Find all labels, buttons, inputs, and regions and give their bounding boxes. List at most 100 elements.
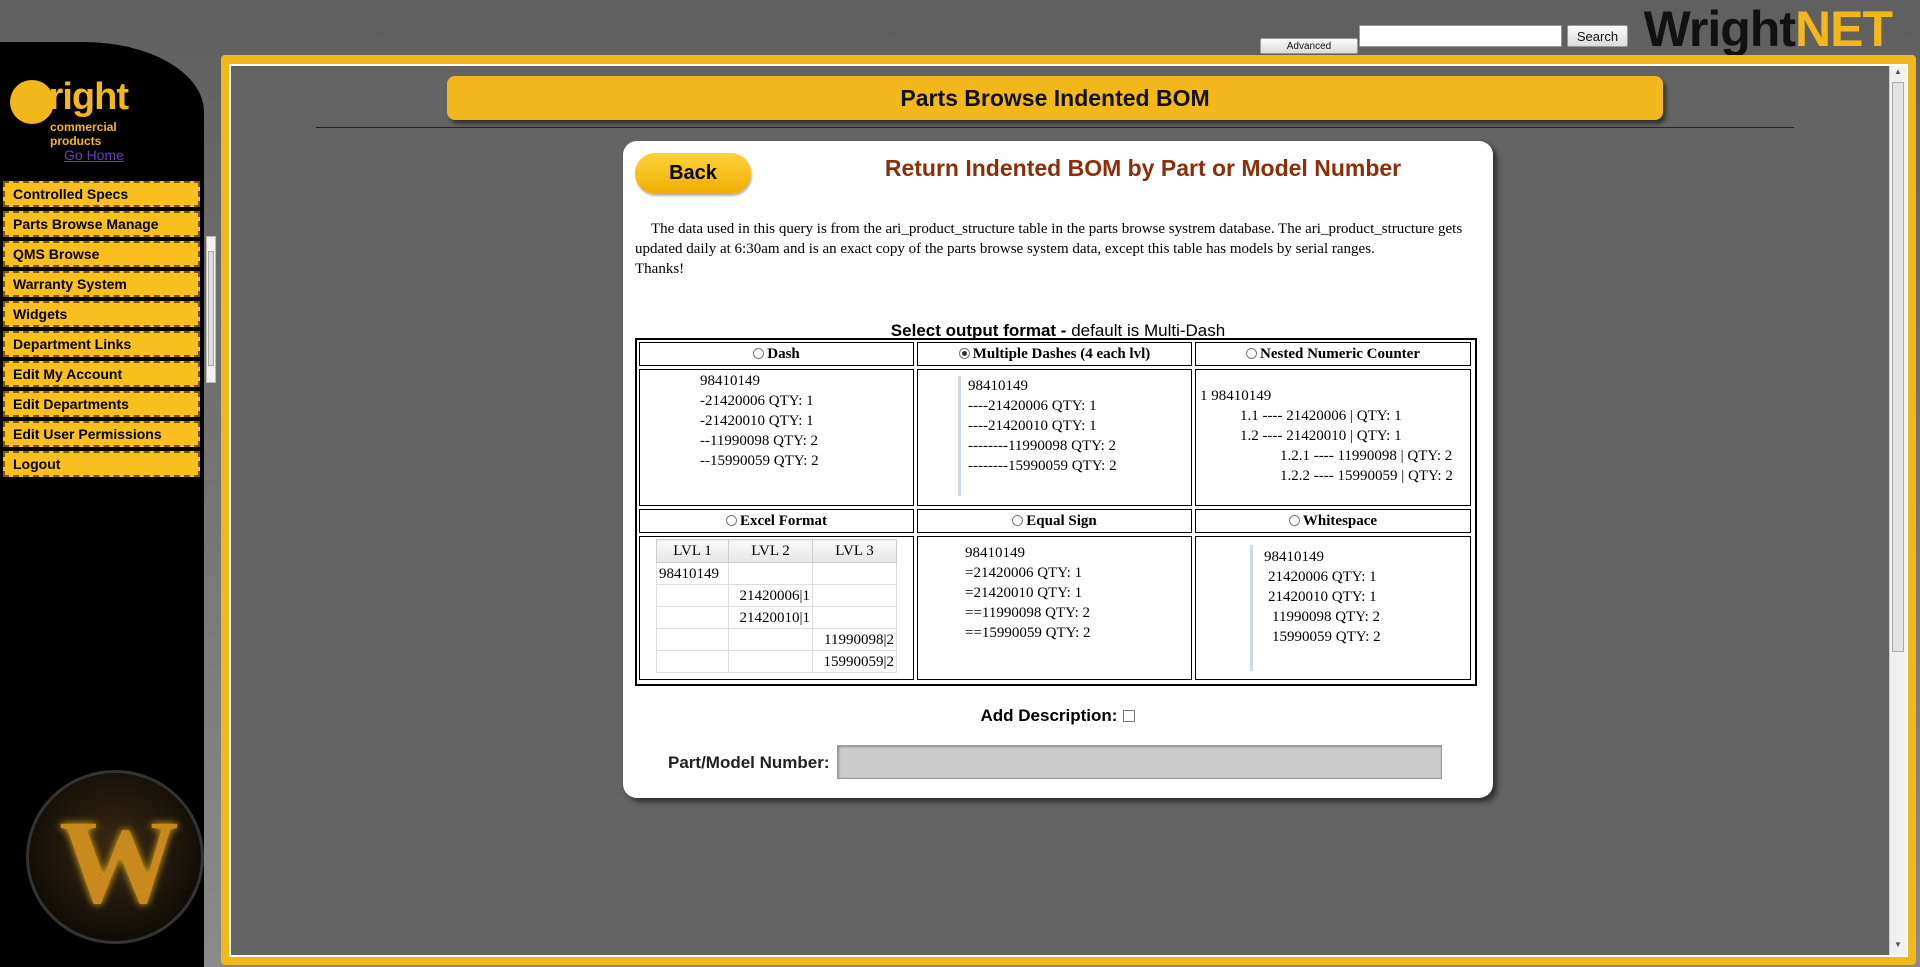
equal-sign-radio[interactable]	[1012, 515, 1024, 526]
part-number-input[interactable]	[837, 745, 1442, 779]
content-frame: Parts Browse Indented BOM Back Return In…	[221, 55, 1916, 965]
excel-cell: 11990098|2	[812, 628, 897, 651]
brand-part2: NET	[1795, 1, 1893, 57]
multi-line: ----21420010 QTY: 1	[968, 418, 1097, 434]
nested-line: 1.1 ---- 21420006 | QTY: 1	[1240, 408, 1402, 424]
logo-subtitle: commercial products	[50, 120, 117, 148]
excel-label: Excel Format	[739, 513, 828, 529]
sidebar-scroll-thumb[interactable]	[208, 251, 214, 366]
format-option-dash[interactable]: Dash	[639, 342, 914, 366]
dash-radio[interactable]	[753, 348, 765, 359]
wright-medallion-image: W	[26, 770, 204, 944]
sidebar-item-warranty-system[interactable]: Warranty System	[3, 271, 200, 297]
dash-line: 98410149	[700, 373, 760, 389]
sidebar-item-controlled-specs[interactable]: Controlled Specs	[3, 181, 200, 207]
sidebar-item-widgets[interactable]: Widgets	[3, 301, 200, 327]
bom-card: Back Return Indented BOM by Part or Mode…	[623, 141, 1493, 798]
whitespace-label: Whitespace	[1302, 513, 1378, 529]
logo-text: wright	[20, 76, 129, 118]
equal-sign-label: Equal Sign	[1026, 513, 1097, 529]
nested-line: 1.2.2 ---- 15990059 | QTY: 2	[1280, 468, 1453, 484]
title-divider	[316, 127, 1794, 128]
sidebar-item-qms-browse[interactable]: QMS Browse	[3, 241, 200, 267]
indent-bar	[1250, 545, 1253, 671]
brand-part1: Wright	[1643, 1, 1796, 57]
page-title: Parts Browse Indented BOM	[447, 76, 1663, 120]
excel-header: LVL 2	[728, 539, 813, 563]
whitespace-radio[interactable]	[1288, 515, 1300, 526]
multi-line: --------15990059 QTY: 2	[968, 458, 1117, 474]
format-option-nested-numeric[interactable]: Nested Numeric Counter	[1195, 342, 1471, 366]
back-button[interactable]: Back	[635, 153, 751, 194]
dash-example: 98410149 -21420006 QTY: 1 -21420010 QTY:…	[639, 369, 914, 506]
dash-line: --11990098 QTY: 2	[700, 433, 819, 449]
excel-preview-table: LVL 1 LVL 2 LVL 3 98410149 21420006|1 21…	[656, 539, 897, 673]
multiple-dashes-label: Multiple Dashes (4 each lvl)	[972, 346, 1151, 362]
intro-thanks: Thanks!	[635, 261, 685, 277]
sidebar-scrollbar[interactable]	[206, 236, 216, 383]
search-button[interactable]: Search	[1567, 25, 1628, 47]
excel-header: LVL 3	[812, 539, 897, 563]
sidebar-item-edit-my-account[interactable]: Edit My Account	[3, 361, 200, 387]
medallion-w-glyph: W	[59, 795, 179, 928]
sidebar-item-logout[interactable]: Logout	[3, 451, 200, 477]
search-input[interactable]	[1359, 25, 1562, 47]
equal-line: ==11990098 QTY: 2	[965, 605, 1090, 621]
add-description-row: Add Description:	[623, 706, 1493, 726]
multiple-dashes-example: 98410149 ----21420006 QTY: 1 ----2142001…	[917, 369, 1192, 506]
scroll-up-icon[interactable]: ▲	[1890, 67, 1906, 81]
intro-text: The data used in this query is from the …	[635, 219, 1475, 279]
sidebar-item-edit-user-permissions[interactable]: Edit User Permissions	[3, 421, 200, 447]
excel-example: LVL 1 LVL 2 LVL 3 98410149 21420006|1 21…	[639, 536, 914, 680]
dash-label: Dash	[767, 346, 800, 362]
wrightnet-brand: WrightNET	[1643, 0, 1893, 58]
excel-radio[interactable]	[725, 515, 737, 526]
nested-line: 1.2 ---- 21420010 | QTY: 1	[1240, 428, 1402, 444]
main-scrollbar[interactable]: ▲ ▼	[1889, 66, 1906, 955]
sidebar-item-department-links[interactable]: Department Links	[3, 331, 200, 357]
format-option-excel[interactable]: Excel Format	[639, 509, 914, 533]
whitespace-line: 15990059 QTY: 2	[1272, 629, 1381, 645]
whitespace-example: 98410149 21420006 QTY: 1 21420010 QTY: 1…	[1195, 536, 1471, 680]
dash-line: -21420006 QTY: 1	[700, 393, 814, 409]
advanced-search-button[interactable]: Advanced	[1260, 38, 1358, 54]
sidebar: wright commercial products Go Home Contr…	[0, 42, 204, 967]
dash-line: --15990059 QTY: 2	[700, 453, 819, 469]
multiple-dashes-radio[interactable]	[958, 348, 970, 359]
equal-line: =21420010 QTY: 1	[965, 585, 1083, 601]
intro-paragraph: The data used in this query is from the …	[635, 221, 1463, 257]
format-options-table: Dash Multiple Dashes (4 each lvl) Nested…	[635, 338, 1477, 686]
content-area: Parts Browse Indented BOM Back Return In…	[229, 64, 1908, 957]
sidebar-item-parts-browse-manage[interactable]: Parts Browse Manage	[3, 211, 200, 237]
wright-logo: wright commercial products	[10, 76, 170, 148]
multi-line: ----21420006 QTY: 1	[968, 398, 1097, 414]
sidebar-item-edit-departments[interactable]: Edit Departments	[3, 391, 200, 417]
nested-numeric-example: 1 98410149 1.1 ---- 21420006 | QTY: 1 1.…	[1195, 369, 1471, 506]
card-heading: Return Indented BOM by Part or Model Num…	[884, 155, 1402, 181]
format-option-multiple-dashes[interactable]: Multiple Dashes (4 each lvl)	[917, 342, 1192, 366]
whitespace-line: 98410149	[1264, 549, 1324, 565]
part-number-label: Part/Model Number:	[668, 753, 830, 772]
equal-line: ==15990059 QTY: 2	[965, 625, 1091, 641]
nested-numeric-radio[interactable]	[1246, 348, 1258, 359]
format-option-equal-sign[interactable]: Equal Sign	[917, 509, 1192, 533]
sidebar-nav: Controlled Specs Parts Browse Manage QMS…	[3, 181, 200, 481]
main-scroll-thumb[interactable]	[1892, 82, 1904, 652]
indent-bar	[958, 376, 961, 496]
whitespace-line: 21420006 QTY: 1	[1268, 569, 1377, 585]
add-description-label: Add Description:	[980, 706, 1118, 725]
excel-cell: 98410149	[656, 562, 729, 585]
equal-line: =21420006 QTY: 1	[965, 565, 1083, 581]
whitespace-line: 11990098 QTY: 2	[1272, 609, 1381, 625]
format-option-whitespace[interactable]: Whitespace	[1195, 509, 1471, 533]
go-home-link[interactable]: Go Home	[64, 147, 124, 163]
dash-line: -21420010 QTY: 1	[700, 413, 814, 429]
excel-cell: 21420010|1	[728, 606, 813, 629]
equal-sign-example: 98410149 =21420006 QTY: 1 =21420010 QTY:…	[917, 536, 1192, 680]
excel-cell: 21420006|1	[728, 584, 813, 607]
nested-line: 1 98410149	[1200, 388, 1272, 404]
scroll-down-icon[interactable]: ▼	[1890, 940, 1906, 954]
multi-line: 98410149	[968, 378, 1028, 394]
nested-line: 1.2.1 ---- 11990098 | QTY: 2	[1280, 448, 1453, 464]
add-description-checkbox[interactable]	[1123, 710, 1136, 722]
